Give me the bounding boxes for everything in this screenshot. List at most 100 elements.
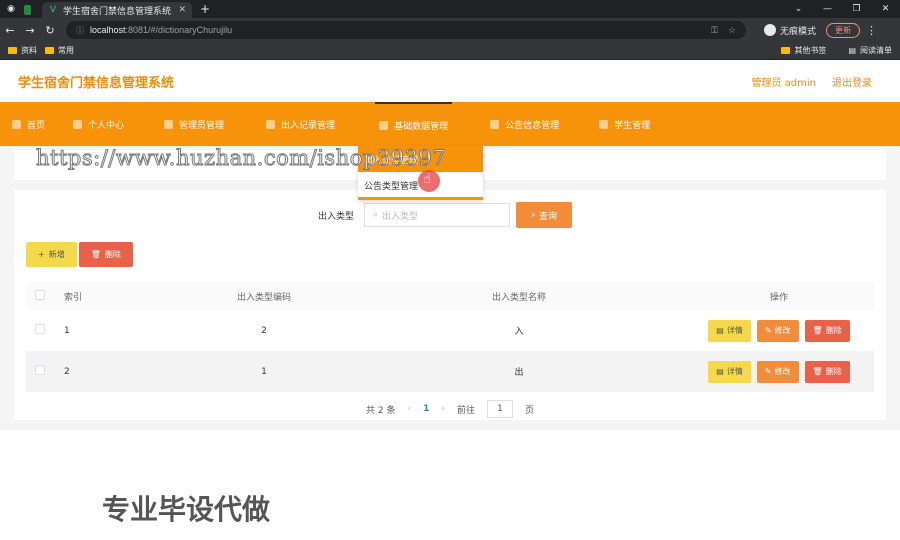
search-button[interactable]: ⌕ 查询 bbox=[516, 202, 572, 228]
pager-current[interactable]: 1 bbox=[423, 404, 429, 414]
menu-item-profile[interactable]: 个人中心 bbox=[73, 102, 124, 146]
browser-tab-active[interactable]: V 学生宿舍门禁信息管理系统 ✕ bbox=[42, 2, 192, 18]
other-bookmarks[interactable]: 其他书签 bbox=[781, 45, 826, 56]
browser-tab-bar: ◉ V 学生宿舍门禁信息管理系统 ✕ + ⌄ — ❐ ✕ bbox=[0, 0, 900, 18]
trash-icon: 🗑 bbox=[812, 326, 823, 335]
row-checkbox[interactable] bbox=[35, 324, 45, 334]
user-label[interactable]: 管理员 admin bbox=[751, 74, 816, 89]
col-index: 索引 bbox=[64, 292, 83, 303]
detail-button[interactable]: ▤ 详情 bbox=[708, 319, 751, 342]
user-icon bbox=[73, 119, 83, 129]
trash-icon: 🗑 bbox=[90, 250, 101, 259]
pager-total: 共 2 条 bbox=[366, 405, 396, 416]
update-button[interactable]: 更新 bbox=[826, 22, 861, 38]
content-panel: 出入类型 ⌕ 出入类型 ⌕ 查询 + 新增 🗑 删除 索引 出入类型编码 出入类… bbox=[14, 190, 886, 420]
edit-icon: ✎ bbox=[764, 367, 772, 376]
menu-label: 学生管理 bbox=[614, 120, 651, 131]
select-all-checkbox[interactable] bbox=[35, 289, 45, 300]
add-button[interactable]: + 新增 bbox=[26, 242, 77, 267]
table-header-row: 索引 出入类型编码 出入类型名称 操作 bbox=[26, 282, 874, 310]
search-row: 出入类型 ⌕ 出入类型 ⌕ 查询 bbox=[14, 202, 886, 228]
trash-icon: 🗑 bbox=[812, 367, 823, 376]
menu-item-records[interactable]: 出入记录管理 bbox=[266, 102, 335, 146]
search-placeholder: 出入类型 bbox=[382, 211, 419, 222]
browser-tab-inactive[interactable] bbox=[18, 2, 42, 18]
more-menu-icon[interactable]: ⋮ bbox=[866, 24, 877, 37]
cell-code: 2 bbox=[261, 325, 267, 336]
cell-index: 1 bbox=[64, 325, 70, 336]
menu-label: 个人中心 bbox=[88, 120, 125, 131]
edit-label: 修改 bbox=[774, 367, 791, 376]
url-host: localhost bbox=[90, 25, 126, 35]
reload-icon[interactable]: ↻ bbox=[40, 24, 60, 37]
url-path: :8081/#/dictionaryChurujilu bbox=[125, 25, 233, 35]
detail-label: 详情 bbox=[726, 367, 743, 376]
info-icon[interactable]: ⓘ bbox=[76, 25, 84, 36]
incognito-indicator[interactable]: 无痕模式 bbox=[764, 24, 816, 37]
menu-item-students[interactable]: 学生管理 bbox=[599, 102, 650, 146]
plus-icon: + bbox=[38, 250, 45, 259]
menu-label: 首页 bbox=[27, 120, 46, 131]
folder-icon bbox=[781, 47, 791, 54]
search-input[interactable]: ⌕ 出入类型 bbox=[364, 203, 510, 227]
logout-link[interactable]: 退出登录 bbox=[832, 74, 872, 89]
menu-item-home[interactable]: 首页 bbox=[12, 102, 45, 146]
bookmark-label: 资料 bbox=[21, 46, 37, 55]
tab-search-icon[interactable]: ⌄ bbox=[784, 4, 813, 14]
pointer-cursor-icon bbox=[418, 170, 440, 192]
row-checkbox[interactable] bbox=[35, 365, 45, 375]
bookmark-label: 阅读清单 bbox=[860, 46, 892, 55]
delete-button[interactable]: 🗑 删除 bbox=[804, 319, 850, 342]
pagination: 共 2 条 ‹ 1 › 前往 1 页 bbox=[14, 400, 886, 418]
edit-label: 修改 bbox=[774, 326, 791, 335]
students-icon bbox=[599, 119, 609, 129]
folder-icon bbox=[8, 47, 17, 54]
browser-menu-icon[interactable]: ◉ bbox=[4, 2, 18, 16]
detail-button[interactable]: ▤ 详情 bbox=[708, 360, 751, 383]
close-tab-icon[interactable]: ✕ bbox=[178, 5, 186, 15]
new-tab-icon[interactable]: + bbox=[200, 2, 210, 16]
bookmark-folder-2[interactable]: 常用 bbox=[45, 45, 74, 56]
key-icon[interactable]: ⚿ bbox=[711, 25, 718, 36]
database-icon bbox=[379, 120, 389, 130]
maximize-icon[interactable]: ❐ bbox=[842, 4, 871, 14]
reading-list[interactable]: ▤ 阅读清单 bbox=[848, 45, 892, 56]
menu-item-notices[interactable]: 公告信息管理 bbox=[490, 102, 559, 146]
menu-label: 基础数据管理 bbox=[394, 121, 449, 132]
col-code: 出入类型编码 bbox=[236, 292, 291, 303]
col-ops: 操作 bbox=[769, 292, 788, 303]
next-page-icon[interactable]: › bbox=[441, 404, 445, 414]
minimize-icon[interactable]: — bbox=[813, 4, 842, 14]
cell-name: 出 bbox=[514, 368, 524, 378]
col-name: 出入类型名称 bbox=[491, 292, 546, 303]
menu-label: 出入记录管理 bbox=[281, 120, 336, 131]
menu-label: 管理员管理 bbox=[179, 120, 225, 131]
prev-page-icon[interactable]: ‹ bbox=[407, 404, 411, 414]
address-bar: ← → ↻ ⓘ localhost:8081/#/dictionaryChuru… bbox=[0, 18, 900, 42]
edit-button[interactable]: ✎ 修改 bbox=[756, 360, 799, 383]
delete-button[interactable]: 🗑 删除 bbox=[804, 360, 850, 383]
tab-title: 学生宿舍门禁信息管理系统 bbox=[63, 6, 172, 17]
url-field[interactable]: ⓘ localhost:8081/#/dictionaryChurujilu ⚿… bbox=[66, 21, 746, 39]
window-close-icon[interactable]: ✕ bbox=[871, 4, 900, 14]
add-label: 新增 bbox=[48, 250, 65, 259]
document-icon: ▤ bbox=[716, 367, 724, 376]
edit-button[interactable]: ✎ 修改 bbox=[756, 319, 799, 342]
pager-page-suffix: 页 bbox=[524, 405, 534, 416]
vue-favicon-icon: V bbox=[49, 5, 57, 15]
pager-goto-label: 前往 bbox=[456, 405, 475, 416]
spreadsheet-favicon-icon bbox=[24, 5, 31, 15]
search-icon: ⌕ bbox=[530, 210, 537, 220]
bulk-delete-button[interactable]: 🗑 删除 bbox=[78, 242, 133, 267]
bookmark-folder-1[interactable]: 资料 bbox=[8, 45, 37, 56]
pager-goto-input[interactable]: 1 bbox=[486, 400, 513, 418]
top-menu: 首页 个人中心 管理员管理 出入记录管理 基础数据管理 公告信息管理 学生管理 bbox=[0, 102, 900, 146]
search-label: 出入类型 bbox=[318, 212, 355, 222]
bookmark-star-icon[interactable]: ☆ bbox=[728, 25, 736, 36]
menu-item-admin[interactable]: 管理员管理 bbox=[164, 102, 224, 146]
document-icon: ▤ bbox=[716, 326, 724, 335]
search-icon: ⌕ bbox=[373, 210, 379, 220]
back-icon[interactable]: ← bbox=[0, 24, 20, 37]
forward-icon[interactable]: → bbox=[20, 24, 40, 37]
menu-item-basic-data[interactable]: 基础数据管理 bbox=[375, 102, 453, 146]
